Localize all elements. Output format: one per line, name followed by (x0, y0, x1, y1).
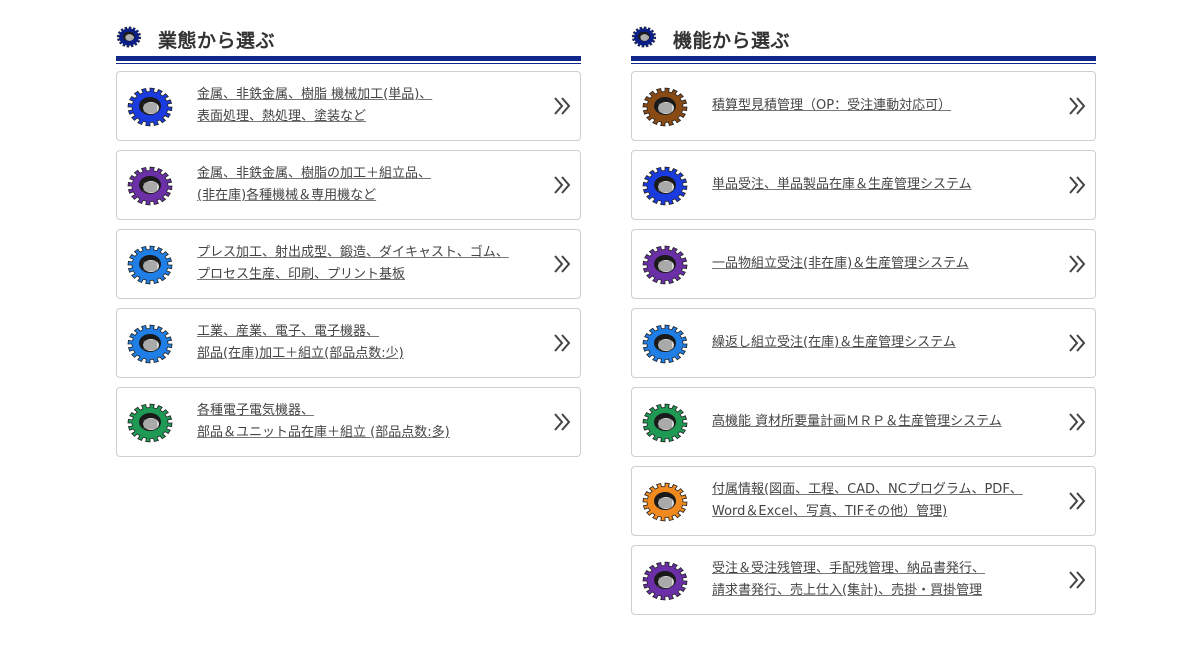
item-link-line: 表面処理、熱処理、塗装など (197, 109, 367, 124)
item-link-line: 付属情報(図面、工程、CAD、NCプログラム、PDF、 (712, 482, 1023, 497)
gear-icon (127, 403, 173, 443)
item-link[interactable]: 受注＆受注残管理、手配残管理、納品書発行、 請求書発行、売上仕入(集計)、売掛・買… (712, 558, 1057, 602)
list-item[interactable]: 工業、産業、電子、電子機器、部品(在庫)加工＋組立(部品点数:少) (116, 308, 581, 378)
list-item[interactable]: 積算型見積管理（OP：受注連動対応可） (631, 71, 1096, 141)
section-header: 業態から選ぶ (116, 22, 581, 64)
item-link-line: Word＆Excel、写真、TIFその他）管理) (712, 504, 948, 519)
section-title: 機能から選ぶ (673, 30, 791, 52)
section-header: 機能から選ぶ (631, 22, 1096, 64)
item-link-line: 一品物組立受注(非在庫)＆生産管理システム (712, 256, 969, 271)
item-link-line: 受注＆受注残管理、手配残管理、納品書発行、 (712, 561, 986, 576)
double-chevron-right-icon[interactable] (552, 411, 572, 433)
item-link-line: 積算型見積管理（OP：受注連動対応可） (712, 98, 952, 113)
industry-column: 業態から選ぶ 金属、非鉄金属、樹脂 機械加工(単品)、 表面処理、熱処理、塗装など… (116, 22, 581, 466)
gear-icon (642, 561, 688, 601)
item-link[interactable]: 一品物組立受注(非在庫)＆生産管理システム (712, 253, 1057, 275)
list-item[interactable]: 金属、非鉄金属、樹脂 機械加工(単品)、 表面処理、熱処理、塗装など (116, 71, 581, 141)
function-list: 積算型見積管理（OP：受注連動対応可） 単品受注、単品製品在庫＆生産管理システム一… (631, 71, 1096, 615)
item-link[interactable]: 金属、非鉄金属、樹脂 機械加工(単品)、 表面処理、熱処理、塗装など (197, 84, 542, 128)
item-link-line: 請求書発行、売上仕入(集計)、売掛・買掛管理 (712, 583, 983, 598)
gear-icon (642, 166, 688, 206)
item-link[interactable]: 各種電子電気機器、部品＆ユニット品在庫＋組立 (部品点数:多) (197, 400, 542, 444)
gear-icon (127, 87, 173, 127)
industry-list: 金属、非鉄金属、樹脂 機械加工(単品)、 表面処理、熱処理、塗装など 金属、非鉄金属… (116, 71, 581, 457)
list-item[interactable]: 受注＆受注残管理、手配残管理、納品書発行、 請求書発行、売上仕入(集計)、売掛・買… (631, 545, 1096, 615)
item-link-line: 部品＆ユニット品在庫＋組立 (部品点数:多) (197, 425, 450, 440)
list-item[interactable]: 金属、非鉄金属、樹脂の加工＋組立品、 (非在庫)各種機械＆専用機など (116, 150, 581, 220)
gear-icon (116, 26, 142, 48)
gear-icon (642, 403, 688, 443)
item-link-line: 高機能 資材所要量計画ＭＲＰ＆生産管理システム (712, 414, 1002, 429)
list-item[interactable]: 単品受注、単品製品在庫＆生産管理システム (631, 150, 1096, 220)
item-link-line: プロセス生産、印刷、プリント基板 (197, 267, 406, 282)
double-chevron-right-icon[interactable] (1067, 332, 1087, 354)
item-link-line: 金属、非鉄金属、樹脂 機械加工(単品)、 (197, 87, 433, 102)
item-link-line: 金属、非鉄金属、樹脂の加工＋組立品、 (197, 166, 432, 181)
item-link-line: 各種電子電気機器、 (197, 403, 315, 418)
item-link[interactable]: 工業、産業、電子、電子機器、部品(在庫)加工＋組立(部品点数:少) (197, 321, 542, 365)
list-item[interactable]: プレス加工、射出成型、鍛造、ダイキャスト、ゴム、 プロセス生産、印刷、プリント基板 (116, 229, 581, 299)
double-chevron-right-icon[interactable] (552, 253, 572, 275)
double-chevron-right-icon[interactable] (1067, 253, 1087, 275)
gear-icon (642, 245, 688, 285)
double-chevron-right-icon[interactable] (552, 332, 572, 354)
double-chevron-right-icon[interactable] (1067, 174, 1087, 196)
gear-icon (631, 26, 657, 48)
item-link-line: 単品受注、単品製品在庫＆生産管理システム (712, 177, 972, 192)
gear-icon (642, 482, 688, 522)
item-link[interactable]: 高機能 資材所要量計画ＭＲＰ＆生産管理システム (712, 411, 1057, 433)
double-chevron-right-icon[interactable] (552, 95, 572, 117)
function-column: 機能から選ぶ 積算型見積管理（OP：受注連動対応可） 単品受注、単品製品在庫＆生産… (631, 22, 1096, 624)
list-item[interactable]: 付属情報(図面、工程、CAD、NCプログラム、PDF、 Word＆Excel、写真… (631, 466, 1096, 536)
gear-icon (127, 245, 173, 285)
double-chevron-right-icon[interactable] (1067, 490, 1087, 512)
item-link-line: プレス加工、射出成型、鍛造、ダイキャスト、ゴム、 (197, 245, 509, 260)
gear-icon (127, 166, 173, 206)
item-link-line: 工業、産業、電子、電子機器、 (197, 324, 380, 339)
section-title: 業態から選ぶ (158, 30, 276, 52)
list-item[interactable]: 繰返し組立受注(在庫)＆生産管理システム (631, 308, 1096, 378)
item-link[interactable]: 単品受注、単品製品在庫＆生産管理システム (712, 174, 1057, 196)
item-link[interactable]: 金属、非鉄金属、樹脂の加工＋組立品、 (非在庫)各種機械＆専用機など (197, 163, 542, 207)
list-item[interactable]: 一品物組立受注(非在庫)＆生産管理システム (631, 229, 1096, 299)
double-chevron-right-icon[interactable] (552, 174, 572, 196)
double-chevron-right-icon[interactable] (1067, 95, 1087, 117)
gear-icon (642, 324, 688, 364)
list-item[interactable]: 各種電子電気機器、部品＆ユニット品在庫＋組立 (部品点数:多) (116, 387, 581, 457)
item-link-line: 繰返し組立受注(在庫)＆生産管理システム (712, 335, 956, 350)
double-chevron-right-icon[interactable] (1067, 411, 1087, 433)
item-link[interactable]: プレス加工、射出成型、鍛造、ダイキャスト、ゴム、 プロセス生産、印刷、プリント基板 (197, 242, 542, 286)
item-link[interactable]: 付属情報(図面、工程、CAD、NCプログラム、PDF、 Word＆Excel、写真… (712, 479, 1057, 523)
gear-icon (642, 87, 688, 127)
gear-icon (127, 324, 173, 364)
list-item[interactable]: 高機能 資材所要量計画ＭＲＰ＆生産管理システム (631, 387, 1096, 457)
item-link[interactable]: 繰返し組立受注(在庫)＆生産管理システム (712, 332, 1057, 354)
double-chevron-right-icon[interactable] (1067, 569, 1087, 591)
item-link-line: 部品(在庫)加工＋組立(部品点数:少) (197, 346, 404, 361)
item-link[interactable]: 積算型見積管理（OP：受注連動対応可） (712, 95, 1057, 117)
item-link-line: (非在庫)各種機械＆専用機など (197, 188, 377, 203)
